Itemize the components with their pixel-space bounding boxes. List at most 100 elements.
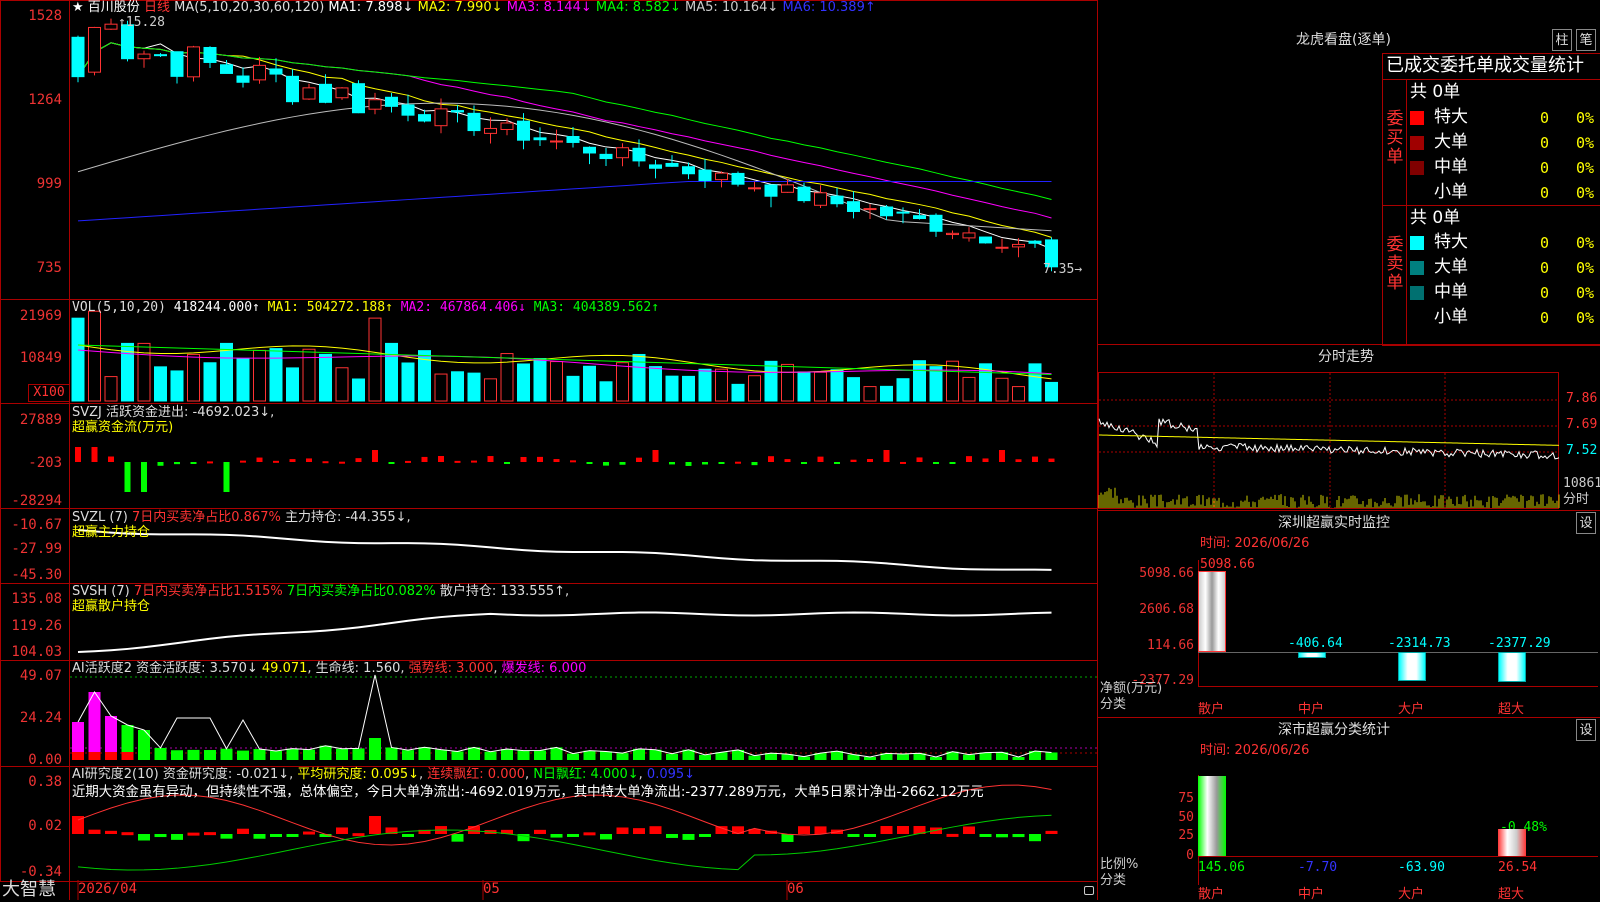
svzj-axis-1: 27889 [19,412,62,428]
candle-body-47 [847,201,860,212]
classify-ylabel: 比例% [1100,857,1139,872]
monitor-cat-2: 大户 [1398,702,1425,717]
svzj-bar-35 [652,450,659,462]
svzj-bar-59 [1048,458,1055,462]
ai-research-axis-2: 0.02 [28,818,62,834]
sell-swatch-1 [1410,261,1424,275]
ai-research-t4: N日飘红: 4.000↓ [533,767,639,782]
candle-body-40 [731,172,745,185]
lock-icon[interactable] [1084,886,1094,895]
ai-active-bar-13 [286,748,299,760]
svsh-line [77,611,1052,653]
lhb-title: 龙虎看盘(逐单) [1296,32,1391,48]
vol-bar-22 [434,373,448,402]
ai-active-bar-41 [748,755,761,760]
ai-active-bar-38 [699,754,711,760]
buy-row-pct-2: 0% [1576,159,1595,177]
svzj-bar-27 [520,456,527,462]
candle-body-10 [236,75,250,83]
candle-body-34 [632,147,646,162]
ai-active-base-0 [72,752,84,760]
candle-body-23 [451,110,464,113]
svzj-bar-20 [405,460,411,463]
svzj-bar-44 [801,462,807,464]
svzj-sub: 超赢资金流(万元) [72,420,174,435]
candle-body-32 [599,153,613,160]
sell-swatch-0 [1410,236,1424,250]
vol-bar-9 [220,342,233,402]
date-tick-1: 2026/04 [78,881,138,897]
vol-bar-14 [302,348,316,402]
ai-research-bar-57 [1012,834,1025,838]
classify-time: 时间: 2026/06/26 [1200,743,1310,758]
ai-research-bar-32 [600,834,612,840]
svsh-green-text: 7日内买卖净占比0.082% [286,584,436,599]
vol-unit-box[interactable]: X100 [28,384,70,402]
svzj-bar-13 [289,459,296,462]
buy-row-count-0: 0 [1540,109,1550,127]
ai-active-bar-11 [253,749,266,760]
ai-active-t1: 资金活跃度: 3.570↓ [136,661,258,676]
sell-row-count-3: 0 [1540,309,1550,327]
vol-value: 418244.000↑ [173,300,260,315]
svsh-axis-3: 104.03 [11,644,62,660]
ai-research-bar-17 [352,833,365,837]
classify-top-line [1098,717,1600,718]
ai-active-bar-5 [154,747,167,760]
svzj-label: SVZJ [72,405,102,420]
ai-active-bar-44 [798,756,810,760]
intraday-box[interactable] [1098,372,1559,509]
svzl-red-text: 7日内买卖净占比0.867% [131,510,281,525]
ai-research-bar-1 [88,829,101,834]
ai-active-base-2 [105,752,117,760]
vol-bar-24 [467,372,481,402]
svzl-axis-2: -27.99 [11,541,62,557]
ai-active-t3: 生命线: 1.560 [315,661,401,676]
ai-research-bar-49 [880,826,893,834]
stock-name[interactable]: 百川股份 [88,0,140,15]
classify-base-line [1198,856,1598,857]
vol-ma2: MA2: 467864.406↓ [400,300,526,315]
svzj-bar-12 [273,460,279,463]
monitor-bar-2 [1398,652,1426,682]
candle-body-7 [187,46,200,78]
classify-val-0: 145.06 [1198,860,1245,875]
vol-bar-36 [665,375,679,402]
ai-active-bar-24 [468,747,480,760]
svzl-header: SVZL (7) 7日内买卖净占比0.867% 主力持仓: -44.355↓, [72,511,411,525]
svzl-axis-3: -45.30 [11,567,62,583]
period-label[interactable]: 日线 [144,0,170,15]
svzl-label: SVZL (7) [72,510,128,525]
ai-research-bar-38 [699,834,711,837]
sell-row-name-1: 大单 [1434,257,1468,277]
buy-row-pct-1: 0% [1576,134,1595,152]
tick-mode-button[interactable]: 笔 [1576,29,1596,51]
svzl-line [77,529,1052,571]
vol-bar-1 [88,310,101,402]
ai-research-bar-8 [204,832,216,836]
candle-body-20 [401,104,415,116]
ai-active-bar-7 [187,749,200,760]
svzj-bar-56 [999,450,1005,462]
ai-research-header: AI研究度2(10) 资金研究度: -0.021↓, 平均研究度: 0.095↓… [72,767,696,782]
app-logo[interactable]: 大智慧 [2,880,56,900]
buy-row-pct-0: 0% [1576,109,1595,127]
monitor-top-line [1098,510,1600,511]
ai-active-peak-line [77,674,1052,758]
ai-active-bar-9 [220,748,233,760]
candle-body-31 [583,146,596,154]
vol-bar-19 [385,342,398,402]
classify-val-3: 26.54 [1498,860,1538,875]
ma-label: MA(5,10,20,30,60,120) [174,0,325,15]
vol-bar-59 [1045,381,1058,402]
column-mode-button[interactable]: 柱 [1552,29,1572,51]
price-axis-2: 1264 [28,92,62,108]
ma4-value: MA4: 8.582↓ [595,0,681,15]
svzj-bar-45 [817,456,824,462]
monitor-settings-button[interactable]: 设 [1576,512,1596,534]
ai-research-bar-16 [336,827,348,834]
classify-cat-1: 中户 [1298,887,1325,902]
candle-body-22 [434,108,448,127]
high-mark-value: 15.28 [125,15,165,30]
classify-settings-button[interactable]: 设 [1576,719,1596,741]
